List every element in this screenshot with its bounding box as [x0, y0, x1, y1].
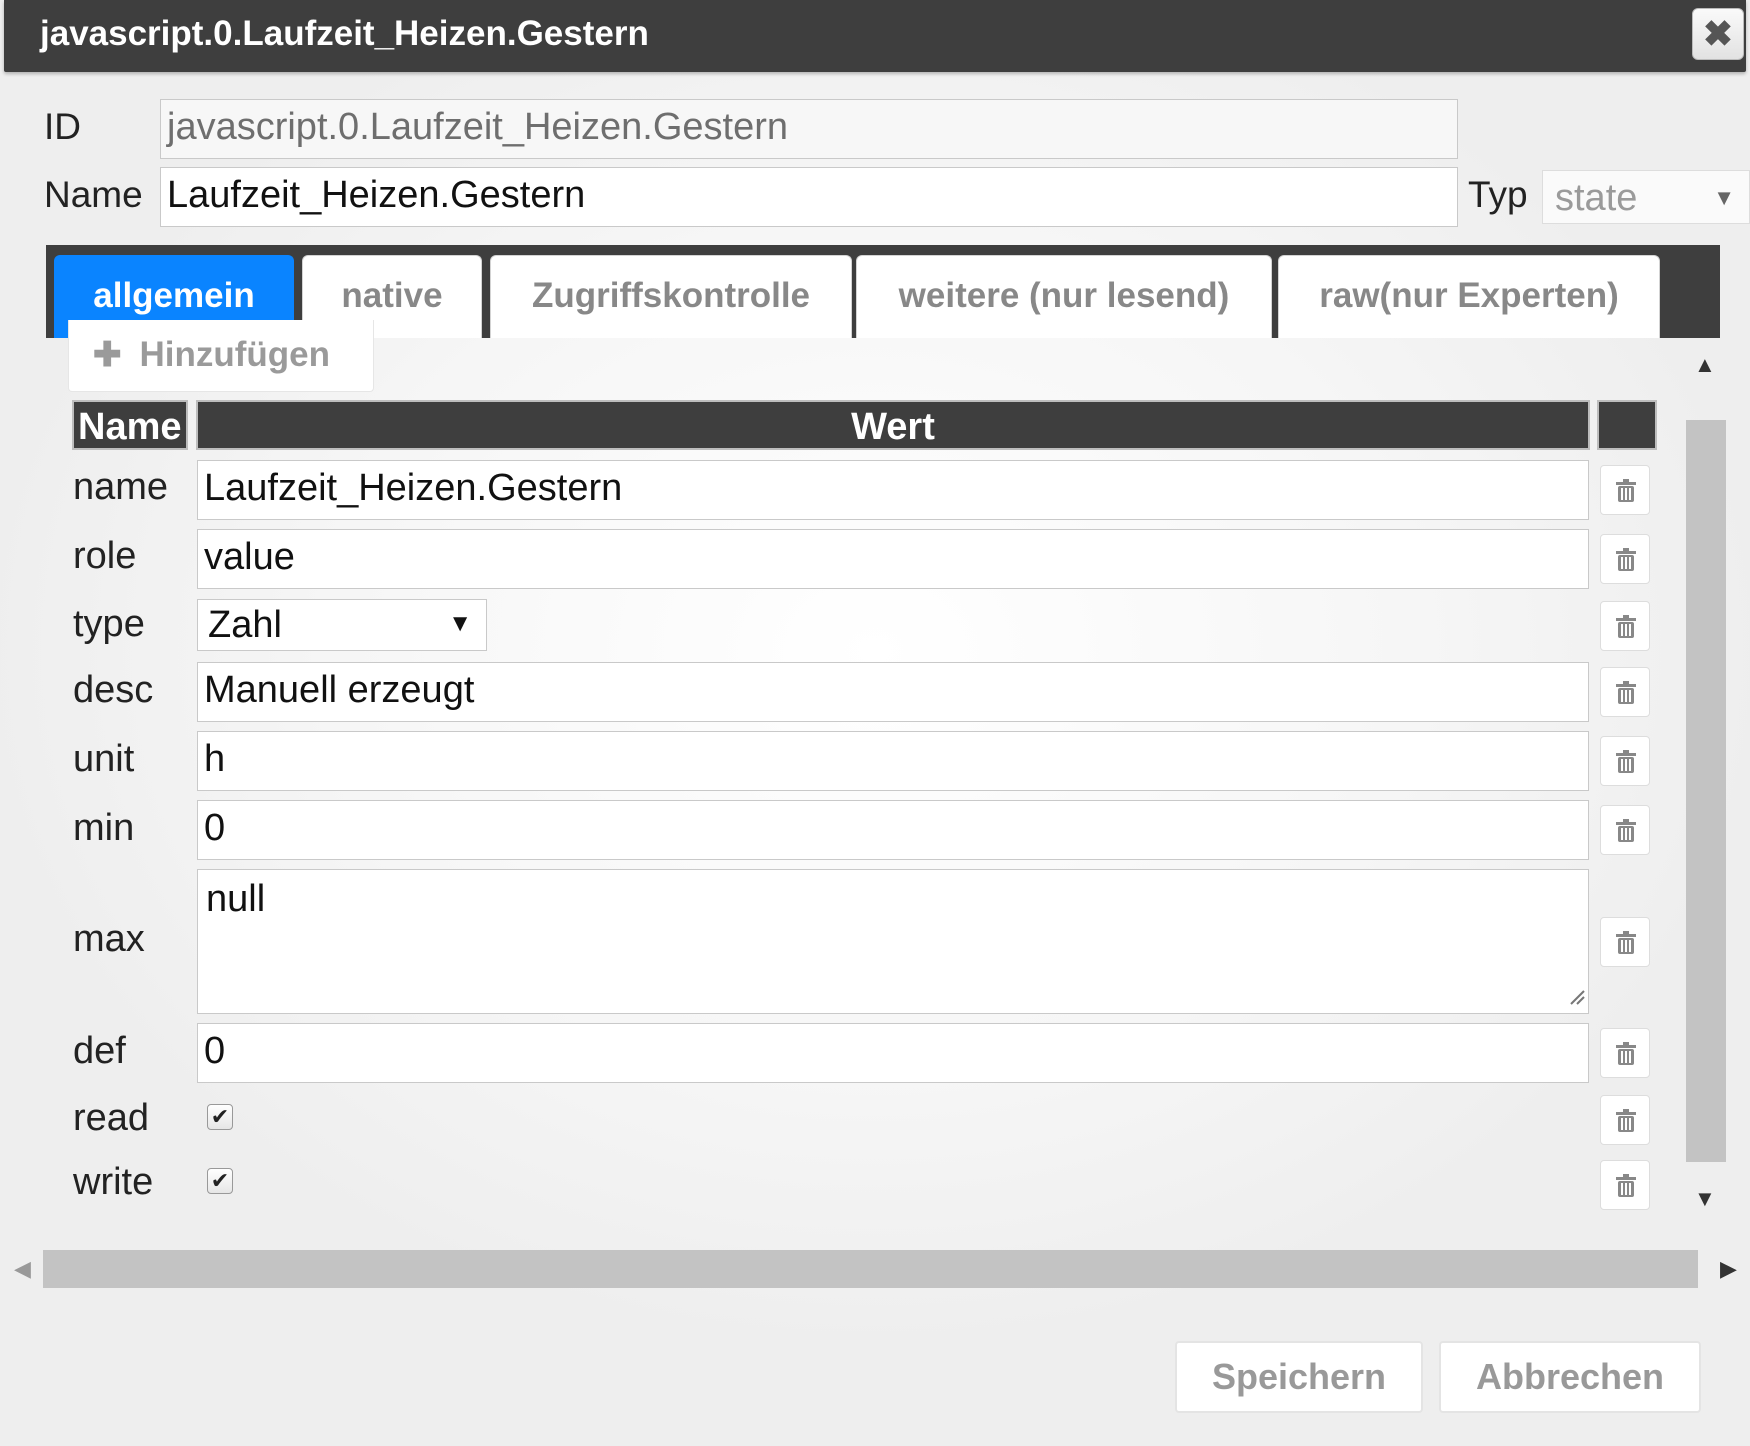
add-attribute-button[interactable]: ✚ Hinzufügen — [68, 320, 374, 392]
trash-icon — [1616, 931, 1636, 954]
vertical-scrollbar-thumb[interactable] — [1686, 420, 1726, 1162]
tab-raw[interactable]: raw(nur Experten) — [1278, 255, 1660, 338]
delete-attribute-button[interactable] — [1600, 736, 1650, 786]
save-button[interactable]: Speichern — [1175, 1341, 1423, 1413]
add-attribute-label: Hinzufügen — [139, 335, 331, 374]
typ-select[interactable]: state ▼ — [1542, 170, 1750, 224]
object-edit-dialog: javascript.0.Laufzeit_Heizen.Gestern ✖ I… — [0, 0, 1750, 1446]
attribute-name-type: type — [73, 603, 145, 645]
delete-attribute-button[interactable] — [1600, 465, 1650, 515]
close-button[interactable]: ✖ — [1692, 8, 1744, 60]
attribute-value-desc[interactable]: Manuell erzeugt — [197, 662, 1589, 722]
attribute-name-name: name — [73, 466, 169, 508]
dialog-titlebar[interactable]: javascript.0.Laufzeit_Heizen.Gestern ✖ — [4, 0, 1746, 72]
delete-attribute-button[interactable] — [1600, 917, 1650, 967]
attribute-name-role: role — [73, 535, 137, 577]
resize-handle-icon[interactable] — [1569, 989, 1585, 1005]
scroll-right-arrow-icon[interactable]: ▶ — [1720, 1256, 1737, 1282]
trash-icon — [1616, 819, 1636, 842]
write-checkbox[interactable]: ✔ — [207, 1168, 233, 1194]
scroll-down-arrow-icon[interactable]: ▼ — [1694, 1186, 1716, 1212]
close-icon: ✖ — [1702, 13, 1734, 54]
attribute-value-min[interactable]: 0 — [197, 800, 1589, 860]
typ-select-value: state — [1555, 177, 1638, 219]
column-header-actions — [1597, 400, 1657, 450]
tab-weitere[interactable]: weitere (nur lesend) — [856, 255, 1272, 338]
checkmark-icon: ✔ — [210, 1104, 230, 1129]
trash-icon — [1616, 681, 1636, 704]
attribute-name-write: write — [73, 1161, 154, 1203]
attribute-name-read: read — [73, 1097, 150, 1139]
chevron-down-icon: ▼ — [1713, 185, 1735, 210]
cancel-button[interactable]: Abbrechen — [1439, 1341, 1701, 1413]
type-select-value: Zahl — [208, 604, 282, 646]
horizontal-scrollbar-thumb[interactable] — [43, 1250, 1698, 1288]
attribute-name-desc: desc — [73, 669, 154, 711]
delete-attribute-button[interactable] — [1600, 1160, 1650, 1210]
trash-icon — [1616, 750, 1636, 773]
attribute-value-def[interactable]: 0 — [197, 1023, 1589, 1083]
column-header-wert: Wert — [196, 400, 1590, 450]
name-field[interactable]: Laufzeit_Heizen.Gestern — [160, 167, 1458, 227]
attribute-name-max: max — [73, 918, 145, 960]
attribute-value-max-textarea[interactable]: null — [197, 869, 1589, 1014]
delete-attribute-button[interactable] — [1600, 534, 1650, 584]
attribute-name-def: def — [73, 1030, 126, 1072]
attribute-value-type-select[interactable]: Zahl ▼ — [197, 599, 487, 651]
chevron-down-icon: ▼ — [448, 610, 472, 637]
scroll-up-arrow-icon[interactable]: ▲ — [1694, 352, 1716, 378]
trash-icon — [1616, 1042, 1636, 1065]
trash-icon — [1616, 548, 1636, 571]
delete-attribute-button[interactable] — [1600, 805, 1650, 855]
attribute-value-role[interactable]: value — [197, 529, 1589, 589]
delete-attribute-button[interactable] — [1600, 667, 1650, 717]
read-checkbox[interactable]: ✔ — [207, 1104, 233, 1130]
checkmark-icon: ✔ — [210, 1168, 230, 1193]
trash-icon — [1616, 479, 1636, 502]
id-field[interactable]: javascript.0.Laufzeit_Heizen.Gestern — [160, 99, 1458, 159]
trash-icon — [1616, 615, 1636, 638]
scroll-left-arrow-icon[interactable]: ◀ — [14, 1256, 31, 1282]
delete-attribute-button[interactable] — [1600, 1028, 1650, 1078]
attribute-value-name[interactable]: Laufzeit_Heizen.Gestern — [197, 460, 1589, 520]
attribute-name-unit: unit — [73, 738, 135, 780]
typ-label: Typ — [1468, 174, 1528, 215]
plus-icon: ✚ — [93, 336, 122, 374]
trash-icon — [1616, 1109, 1636, 1132]
trash-icon — [1616, 1174, 1636, 1197]
attribute-name-min: min — [73, 807, 135, 849]
name-label: Name — [44, 174, 143, 215]
delete-attribute-button[interactable] — [1600, 601, 1650, 651]
tab-zugriffskontrolle[interactable]: Zugriffskontrolle — [490, 255, 852, 338]
column-header-name: Name — [72, 400, 188, 450]
dialog-title: javascript.0.Laufzeit_Heizen.Gestern — [40, 14, 649, 53]
attribute-value-unit[interactable]: h — [197, 731, 1589, 791]
id-label: ID — [44, 106, 81, 147]
delete-attribute-button[interactable] — [1600, 1095, 1650, 1145]
